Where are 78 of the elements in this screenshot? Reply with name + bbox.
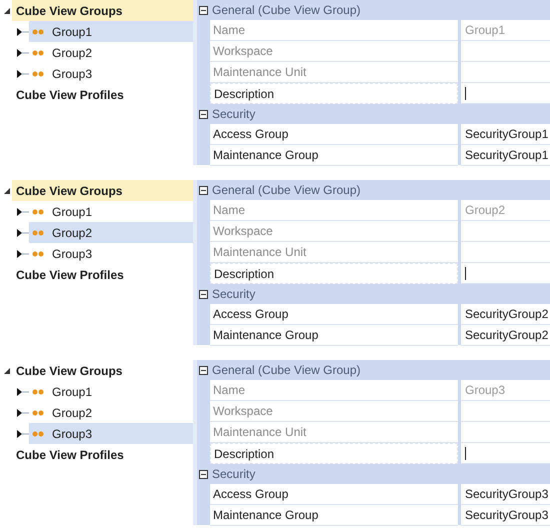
collapse-icon[interactable]	[199, 6, 208, 14]
property-name: Maintenance Unit	[210, 242, 458, 263]
tree-item[interactable]: Group3	[29, 423, 193, 444]
category-title: General (Cube View Group)	[211, 362, 361, 379]
dots-icon	[32, 50, 44, 56]
property-name: Maintenance Group	[210, 145, 458, 166]
property-name: Maintenance Unit	[210, 422, 458, 443]
collapse-triangle-icon[interactable]	[4, 188, 10, 194]
value-field[interactable]	[461, 83, 550, 104]
tree-item[interactable]: Group2	[29, 402, 193, 423]
value-field[interactable]: SecurityGroup2	[461, 325, 550, 346]
collapse-icon[interactable]	[199, 290, 208, 298]
expand-triangle-icon[interactable]	[17, 388, 29, 396]
value-field[interactable]: SecurityGroup3	[461, 505, 550, 526]
category-title: Security	[211, 286, 256, 303]
value-field[interactable]	[461, 443, 550, 464]
dots-icon	[32, 250, 44, 256]
expand-triangle-icon[interactable]	[17, 408, 29, 416]
tree-item[interactable]: Group2	[29, 222, 193, 243]
collapse-icon[interactable]	[199, 470, 208, 478]
value-field[interactable]: SecurityGroup3	[461, 484, 550, 505]
tree-item[interactable]: Group2	[29, 42, 193, 63]
tree-item[interactable]: Group1	[29, 21, 193, 42]
value-field[interactable]: SecurityGroup2	[461, 304, 550, 325]
category-title: General (Cube View Group)	[211, 182, 361, 199]
tree-item[interactable]: Group1	[29, 381, 193, 402]
property-name: Workspace	[210, 401, 458, 422]
property-name: Maintenance Unit	[210, 62, 458, 83]
tree-item[interactable]: Group3	[29, 243, 193, 264]
tree-header[interactable]: Cube View Profiles	[12, 444, 193, 465]
text-cursor	[465, 86, 466, 100]
collapse-icon[interactable]	[199, 186, 208, 194]
value-field[interactable]: SecurityGroup1	[461, 145, 550, 166]
dots-icon	[32, 208, 44, 214]
property-name: Description	[210, 443, 458, 464]
tree-header[interactable]: Cube View Groups	[12, 360, 193, 381]
dots-icon	[32, 230, 44, 236]
collapse-icon[interactable]	[199, 110, 208, 118]
text-cursor	[465, 266, 466, 280]
property-name: Maintenance Group	[210, 325, 458, 346]
property-name: Access Group	[210, 484, 458, 505]
property-name: Name	[210, 20, 458, 41]
category-title: Security	[211, 466, 256, 483]
category-title: Security	[211, 106, 256, 123]
expand-triangle-icon[interactable]	[17, 28, 29, 36]
tree-header[interactable]: Cube View Groups	[12, 180, 193, 201]
property-name: Name	[210, 200, 458, 221]
collapse-icon[interactable]	[199, 366, 208, 374]
collapse-triangle-icon[interactable]	[4, 8, 10, 14]
dots-icon	[32, 388, 44, 394]
property-name: Access Group	[210, 304, 458, 325]
property-name: Workspace	[210, 41, 458, 62]
property-name: Name	[210, 380, 458, 401]
property-name: Description	[210, 83, 458, 104]
dots-icon	[32, 28, 44, 34]
expand-triangle-icon[interactable]	[17, 70, 29, 78]
property-name: Maintenance Group	[210, 505, 458, 526]
property-name: Description	[210, 263, 458, 284]
dots-icon	[32, 70, 44, 76]
tree-header[interactable]: Cube View Profiles	[12, 84, 193, 105]
tree-item[interactable]: Group1	[29, 201, 193, 222]
tree-header[interactable]: Cube View Groups	[12, 0, 193, 21]
property-name: Access Group	[210, 124, 458, 145]
value-field[interactable]: SecurityGroup1	[461, 124, 550, 145]
tree-item[interactable]: Group3	[29, 63, 193, 84]
expand-triangle-icon[interactable]	[17, 48, 29, 56]
collapse-triangle-icon[interactable]	[4, 368, 10, 374]
value-field[interactable]	[461, 263, 550, 284]
expand-triangle-icon[interactable]	[17, 430, 29, 438]
property-name: Workspace	[210, 221, 458, 242]
text-cursor	[465, 446, 466, 460]
dots-icon	[32, 430, 44, 436]
tree-header[interactable]: Cube View Profiles	[12, 264, 193, 285]
expand-triangle-icon[interactable]	[17, 208, 29, 216]
expand-triangle-icon[interactable]	[17, 228, 29, 236]
category-title: General (Cube View Group)	[211, 2, 361, 19]
expand-triangle-icon[interactable]	[17, 250, 29, 258]
dots-icon	[32, 410, 44, 416]
